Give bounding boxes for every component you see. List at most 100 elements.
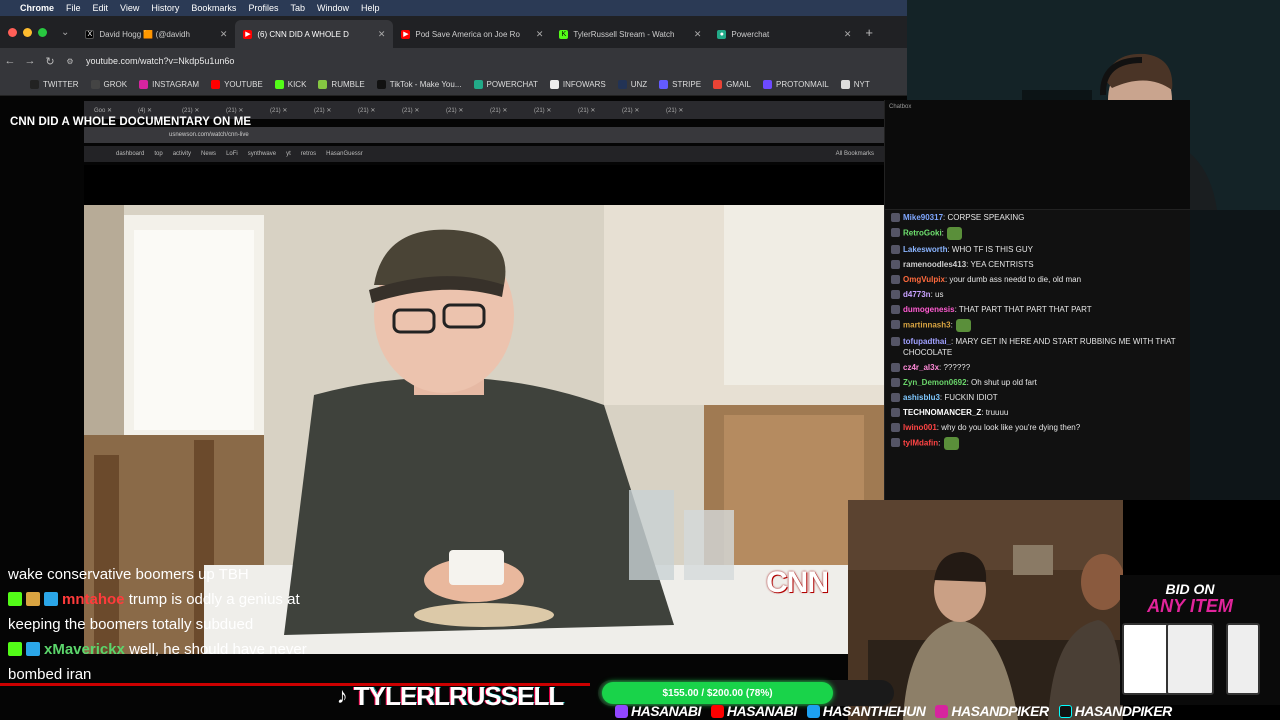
social-label: HASANABI bbox=[631, 703, 701, 719]
menu-edit[interactable]: Edit bbox=[93, 3, 109, 13]
streamer-brand-name: TYLERLRUSSELL bbox=[353, 680, 564, 711]
tab-label: Powerchat bbox=[731, 29, 770, 39]
address-bar[interactable]: youtube.com/watch?v=Nkdp5u1un6o bbox=[86, 56, 234, 66]
menu-tab[interactable]: Tab bbox=[290, 3, 305, 13]
inner-bookmark: yt bbox=[286, 151, 291, 157]
chat-badge-icon bbox=[891, 423, 900, 432]
tab-powerchat[interactable]: ● Powerchat ✕ bbox=[709, 20, 859, 48]
site-info-icon[interactable]: ⚙ bbox=[60, 57, 80, 66]
bid-panel[interactable]: BID ON ANY ITEM bbox=[1120, 575, 1280, 705]
chat-username[interactable]: RetroGoki bbox=[903, 229, 942, 238]
reload-icon[interactable]: ↻ bbox=[40, 55, 60, 68]
minimize-window-button[interactable] bbox=[23, 27, 32, 37]
video-letterbox bbox=[84, 165, 884, 205]
bid-item-card[interactable] bbox=[1122, 623, 1170, 695]
chat-username[interactable]: Zyn_Demon0692 bbox=[903, 378, 967, 387]
bookmark-item[interactable]: TikTok - Make You... bbox=[376, 80, 462, 89]
chat-text: truuuu bbox=[985, 408, 1009, 417]
youtube-icon: ▶ bbox=[243, 29, 253, 39]
chat-separator: : bbox=[941, 228, 947, 238]
chat-message: Zyn_Demon0692: Oh shut up old fart bbox=[885, 375, 1190, 390]
chat-text: THAT PART THAT PART THAT PART bbox=[958, 305, 1092, 314]
bookmark-item[interactable]: TWITTER bbox=[30, 80, 79, 89]
back-icon[interactable]: ← bbox=[0, 55, 20, 67]
chat-header-label: Chatbox bbox=[889, 104, 912, 110]
close-tab-icon[interactable]: ✕ bbox=[536, 29, 544, 40]
bookmark-item[interactable]: POWERCHAT bbox=[473, 80, 538, 89]
chat-username[interactable]: TECHNOMANCER_Z bbox=[903, 408, 981, 417]
chat-message: martinnash3: bbox=[885, 317, 1190, 334]
bookmark-label: KICK bbox=[287, 80, 307, 89]
chat-message: cz4r_al3x: ?????? bbox=[885, 360, 1190, 375]
bookmark-label: GROK bbox=[103, 80, 128, 89]
chat-username[interactable]: Mike90317 bbox=[903, 213, 943, 222]
chat-username[interactable]: cz4r_al3x bbox=[903, 363, 939, 372]
menu-window[interactable]: Window bbox=[317, 3, 349, 13]
menu-profiles[interactable]: Profiles bbox=[248, 3, 278, 13]
bookmark-item[interactable]: INSTAGRAM bbox=[139, 80, 199, 89]
new-tab-button[interactable]: + bbox=[859, 25, 879, 48]
chat-message: RetroGoki: bbox=[885, 225, 1190, 242]
close-tab-icon[interactable]: ✕ bbox=[378, 29, 386, 40]
bookmark-favicon-icon bbox=[211, 80, 221, 89]
menu-bookmarks[interactable]: Bookmarks bbox=[191, 3, 236, 13]
chat-username[interactable]: ramenoodles413 bbox=[903, 260, 966, 269]
tab-cnn-documentary[interactable]: ▶ (6) CNN DID A WHOLE D ✕ bbox=[235, 20, 394, 48]
bookmark-item[interactable]: STRIPE bbox=[659, 80, 701, 89]
bid-item-card[interactable] bbox=[1166, 623, 1214, 695]
menu-view[interactable]: View bbox=[120, 3, 139, 13]
bookmark-item[interactable]: PROTONMAIL bbox=[762, 80, 829, 89]
inner-bookmark: News bbox=[201, 151, 217, 157]
bookmark-label: YOUTUBE bbox=[224, 80, 263, 89]
social-handle: HASANTHEHUN bbox=[806, 703, 926, 719]
bid-item-card[interactable] bbox=[1226, 623, 1260, 695]
forward-icon[interactable]: → bbox=[20, 55, 40, 67]
chat-username[interactable]: lwino001 bbox=[903, 423, 937, 432]
bookmark-item[interactable]: INFOWARS bbox=[549, 80, 606, 89]
chat-username[interactable]: d4773n bbox=[903, 290, 931, 299]
tab-david-hogg[interactable]: X David Hogg 🟧 (@davidh ✕ bbox=[77, 20, 235, 48]
bookmark-item[interactable]: KICK bbox=[274, 80, 307, 89]
chat-username[interactable]: dumogenesis bbox=[903, 305, 955, 314]
tab-search-icon[interactable]: ⌄ bbox=[61, 27, 69, 38]
chat-username[interactable]: Lakesworth bbox=[903, 245, 947, 254]
chat-message: Mike90317: CORPSE SPEAKING bbox=[885, 210, 1190, 225]
chat-message-list: Mike90317: CORPSE SPEAKING RetroGoki: Lak… bbox=[885, 210, 1190, 452]
bookmark-favicon-icon bbox=[617, 80, 627, 89]
tab-pod-save-america[interactable]: ▶ Pod Save America on Joe Ro ✕ bbox=[393, 20, 551, 48]
zoom-window-button[interactable] bbox=[38, 27, 47, 37]
menu-help[interactable]: Help bbox=[361, 3, 380, 13]
chat-text: WHO TF IS THIS GUY bbox=[951, 245, 1033, 254]
sub-badge-icon bbox=[26, 592, 40, 606]
social-label: HASANDPIKER bbox=[951, 703, 1049, 719]
tab-tylerrussell-stream[interactable]: K TylerRussell Stream - Watch ✕ bbox=[551, 20, 709, 48]
inner-bookmark: synthwave bbox=[247, 151, 277, 157]
menu-file[interactable]: File bbox=[66, 3, 81, 13]
chat-username[interactable]: ashisblu3 bbox=[903, 393, 940, 402]
bookmark-item[interactable]: RUMBLE bbox=[318, 80, 365, 89]
bid-heading: BID ON bbox=[1165, 581, 1215, 597]
close-tab-icon[interactable]: ✕ bbox=[220, 29, 228, 40]
bookmark-item[interactable]: UNZ bbox=[617, 80, 647, 89]
bookmark-item[interactable]: GROK bbox=[90, 80, 128, 89]
close-window-button[interactable] bbox=[8, 27, 17, 37]
bookmark-item[interactable]: GMAIL bbox=[713, 80, 751, 89]
chat-badge-icon bbox=[891, 320, 900, 329]
video-title: CNN DID A WHOLE DOCUMENTARY ON ME bbox=[10, 116, 252, 128]
chat-username[interactable]: tylMdafin bbox=[903, 439, 938, 448]
chat-text: YEA CENTRISTS bbox=[970, 260, 1034, 269]
chat-badge-icon bbox=[891, 408, 900, 417]
chat-message: mntahoe trump is oddly a genius at keepi… bbox=[8, 587, 308, 637]
chat-message: lwino001: why do you look like you're dy… bbox=[885, 420, 1190, 435]
chat-username[interactable]: OmgVulpix bbox=[903, 275, 945, 284]
menu-history[interactable]: History bbox=[151, 3, 179, 13]
close-tab-icon[interactable]: ✕ bbox=[844, 29, 852, 40]
bookmark-item[interactable]: NYT bbox=[840, 80, 870, 89]
close-tab-icon[interactable]: ✕ bbox=[694, 29, 702, 40]
bookmark-favicon-icon bbox=[762, 80, 772, 89]
bookmark-item[interactable]: YOUTUBE bbox=[211, 80, 263, 89]
chat-username[interactable]: tofupadthai_ bbox=[903, 337, 951, 346]
chat-username[interactable]: martinnash3 bbox=[903, 321, 951, 330]
menu-app-name[interactable]: Chrome bbox=[20, 3, 54, 13]
tab-label: (6) CNN DID A WHOLE D bbox=[257, 29, 349, 39]
